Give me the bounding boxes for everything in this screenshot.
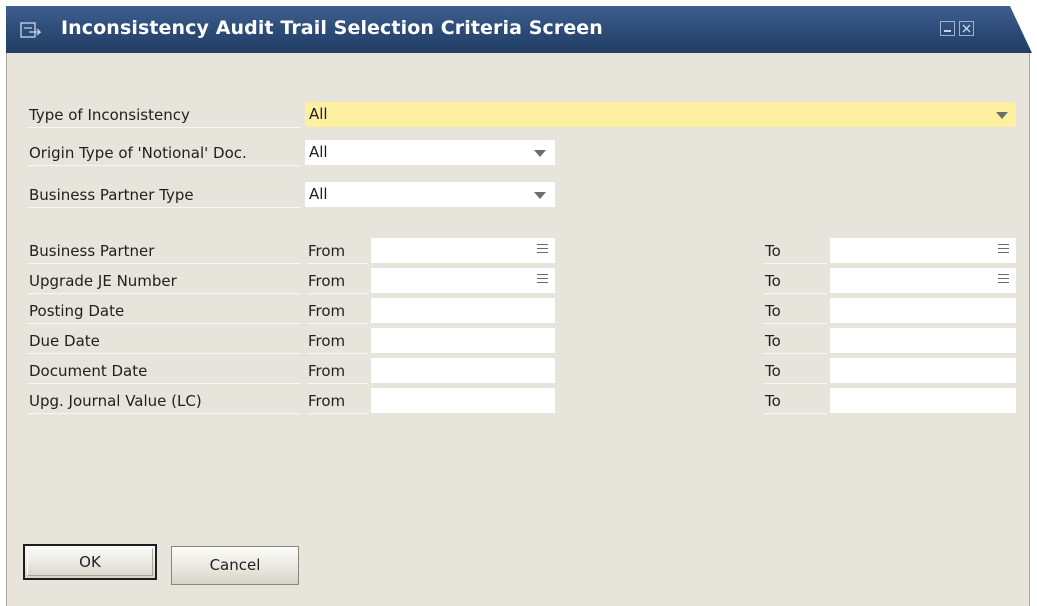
business-partner-from-input[interactable] bbox=[371, 238, 555, 263]
type-of-inconsistency-value: All bbox=[309, 105, 328, 123]
title-bar[interactable]: Inconsistency Audit Trail Selection Crit… bbox=[6, 6, 1032, 53]
due-date-to-input[interactable] bbox=[830, 328, 1016, 353]
cancel-button-label: Cancel bbox=[209, 556, 261, 574]
document-date-to-label: To bbox=[763, 359, 827, 384]
dropdown-arrow-icon[interactable] bbox=[534, 150, 546, 157]
title-bar-corner bbox=[1010, 6, 1032, 53]
origin-type-dropdown[interactable]: All bbox=[305, 140, 555, 165]
upg-journal-value-from-input[interactable] bbox=[371, 388, 555, 413]
posting-date-from-input[interactable] bbox=[371, 298, 555, 323]
dropdown-arrow-icon[interactable] bbox=[996, 112, 1008, 119]
due-date-from-label: From bbox=[306, 329, 368, 354]
form-window-icon bbox=[20, 22, 42, 38]
posting-date-to-label: To bbox=[763, 299, 827, 324]
upg-journal-value-label: Upg. Journal Value (LC) bbox=[27, 389, 302, 414]
due-date-to-label: To bbox=[763, 329, 827, 354]
choose-from-list-icon[interactable] bbox=[998, 244, 1009, 256]
upgrade-je-number-label: Upgrade JE Number bbox=[27, 269, 302, 294]
upg-journal-value-to-input[interactable] bbox=[830, 388, 1016, 413]
upg-journal-value-from-label: From bbox=[306, 389, 368, 414]
close-icon[interactable] bbox=[959, 21, 974, 36]
posting-date-to-input[interactable] bbox=[830, 298, 1016, 323]
cancel-button[interactable]: Cancel bbox=[171, 546, 299, 585]
window-title: Inconsistency Audit Trail Selection Crit… bbox=[61, 17, 603, 39]
business-partner-to-label: To bbox=[763, 239, 827, 264]
type-of-inconsistency-dropdown[interactable]: All bbox=[305, 102, 1016, 127]
type-of-inconsistency-label: Type of Inconsistency bbox=[27, 103, 302, 128]
business-partner-type-dropdown[interactable]: All bbox=[305, 182, 555, 207]
upgrade-je-number-from-label: From bbox=[306, 269, 368, 294]
document-date-to-input[interactable] bbox=[830, 358, 1016, 383]
business-partner-type-value: All bbox=[309, 185, 328, 203]
choose-from-list-icon[interactable] bbox=[537, 244, 548, 256]
origin-type-label: Origin Type of 'Notional' Doc. bbox=[27, 141, 302, 166]
upgrade-je-number-from-input[interactable] bbox=[371, 268, 555, 293]
minimize-icon[interactable] bbox=[940, 21, 955, 36]
posting-date-from-label: From bbox=[306, 299, 368, 324]
ok-button[interactable]: OK bbox=[23, 544, 157, 580]
upgrade-je-number-to-input[interactable] bbox=[830, 268, 1016, 293]
business-partner-label: Business Partner bbox=[27, 239, 302, 264]
ok-button-label: OK bbox=[79, 553, 101, 571]
origin-type-value: All bbox=[309, 143, 328, 161]
choose-from-list-icon[interactable] bbox=[998, 274, 1009, 286]
selection-criteria-window: Inconsistency Audit Trail Selection Crit… bbox=[6, 6, 1032, 606]
due-date-label: Due Date bbox=[27, 329, 302, 354]
choose-from-list-icon[interactable] bbox=[537, 274, 548, 286]
posting-date-label: Posting Date bbox=[27, 299, 302, 324]
upg-journal-value-to-label: To bbox=[763, 389, 827, 414]
document-date-from-label: From bbox=[306, 359, 368, 384]
dropdown-arrow-icon[interactable] bbox=[534, 192, 546, 199]
business-partner-type-label: Business Partner Type bbox=[27, 183, 302, 208]
due-date-from-input[interactable] bbox=[371, 328, 555, 353]
business-partner-from-label: From bbox=[306, 239, 368, 264]
document-date-from-input[interactable] bbox=[371, 358, 555, 383]
document-date-label: Document Date bbox=[27, 359, 302, 384]
business-partner-to-input[interactable] bbox=[830, 238, 1016, 263]
upgrade-je-number-to-label: To bbox=[763, 269, 827, 294]
